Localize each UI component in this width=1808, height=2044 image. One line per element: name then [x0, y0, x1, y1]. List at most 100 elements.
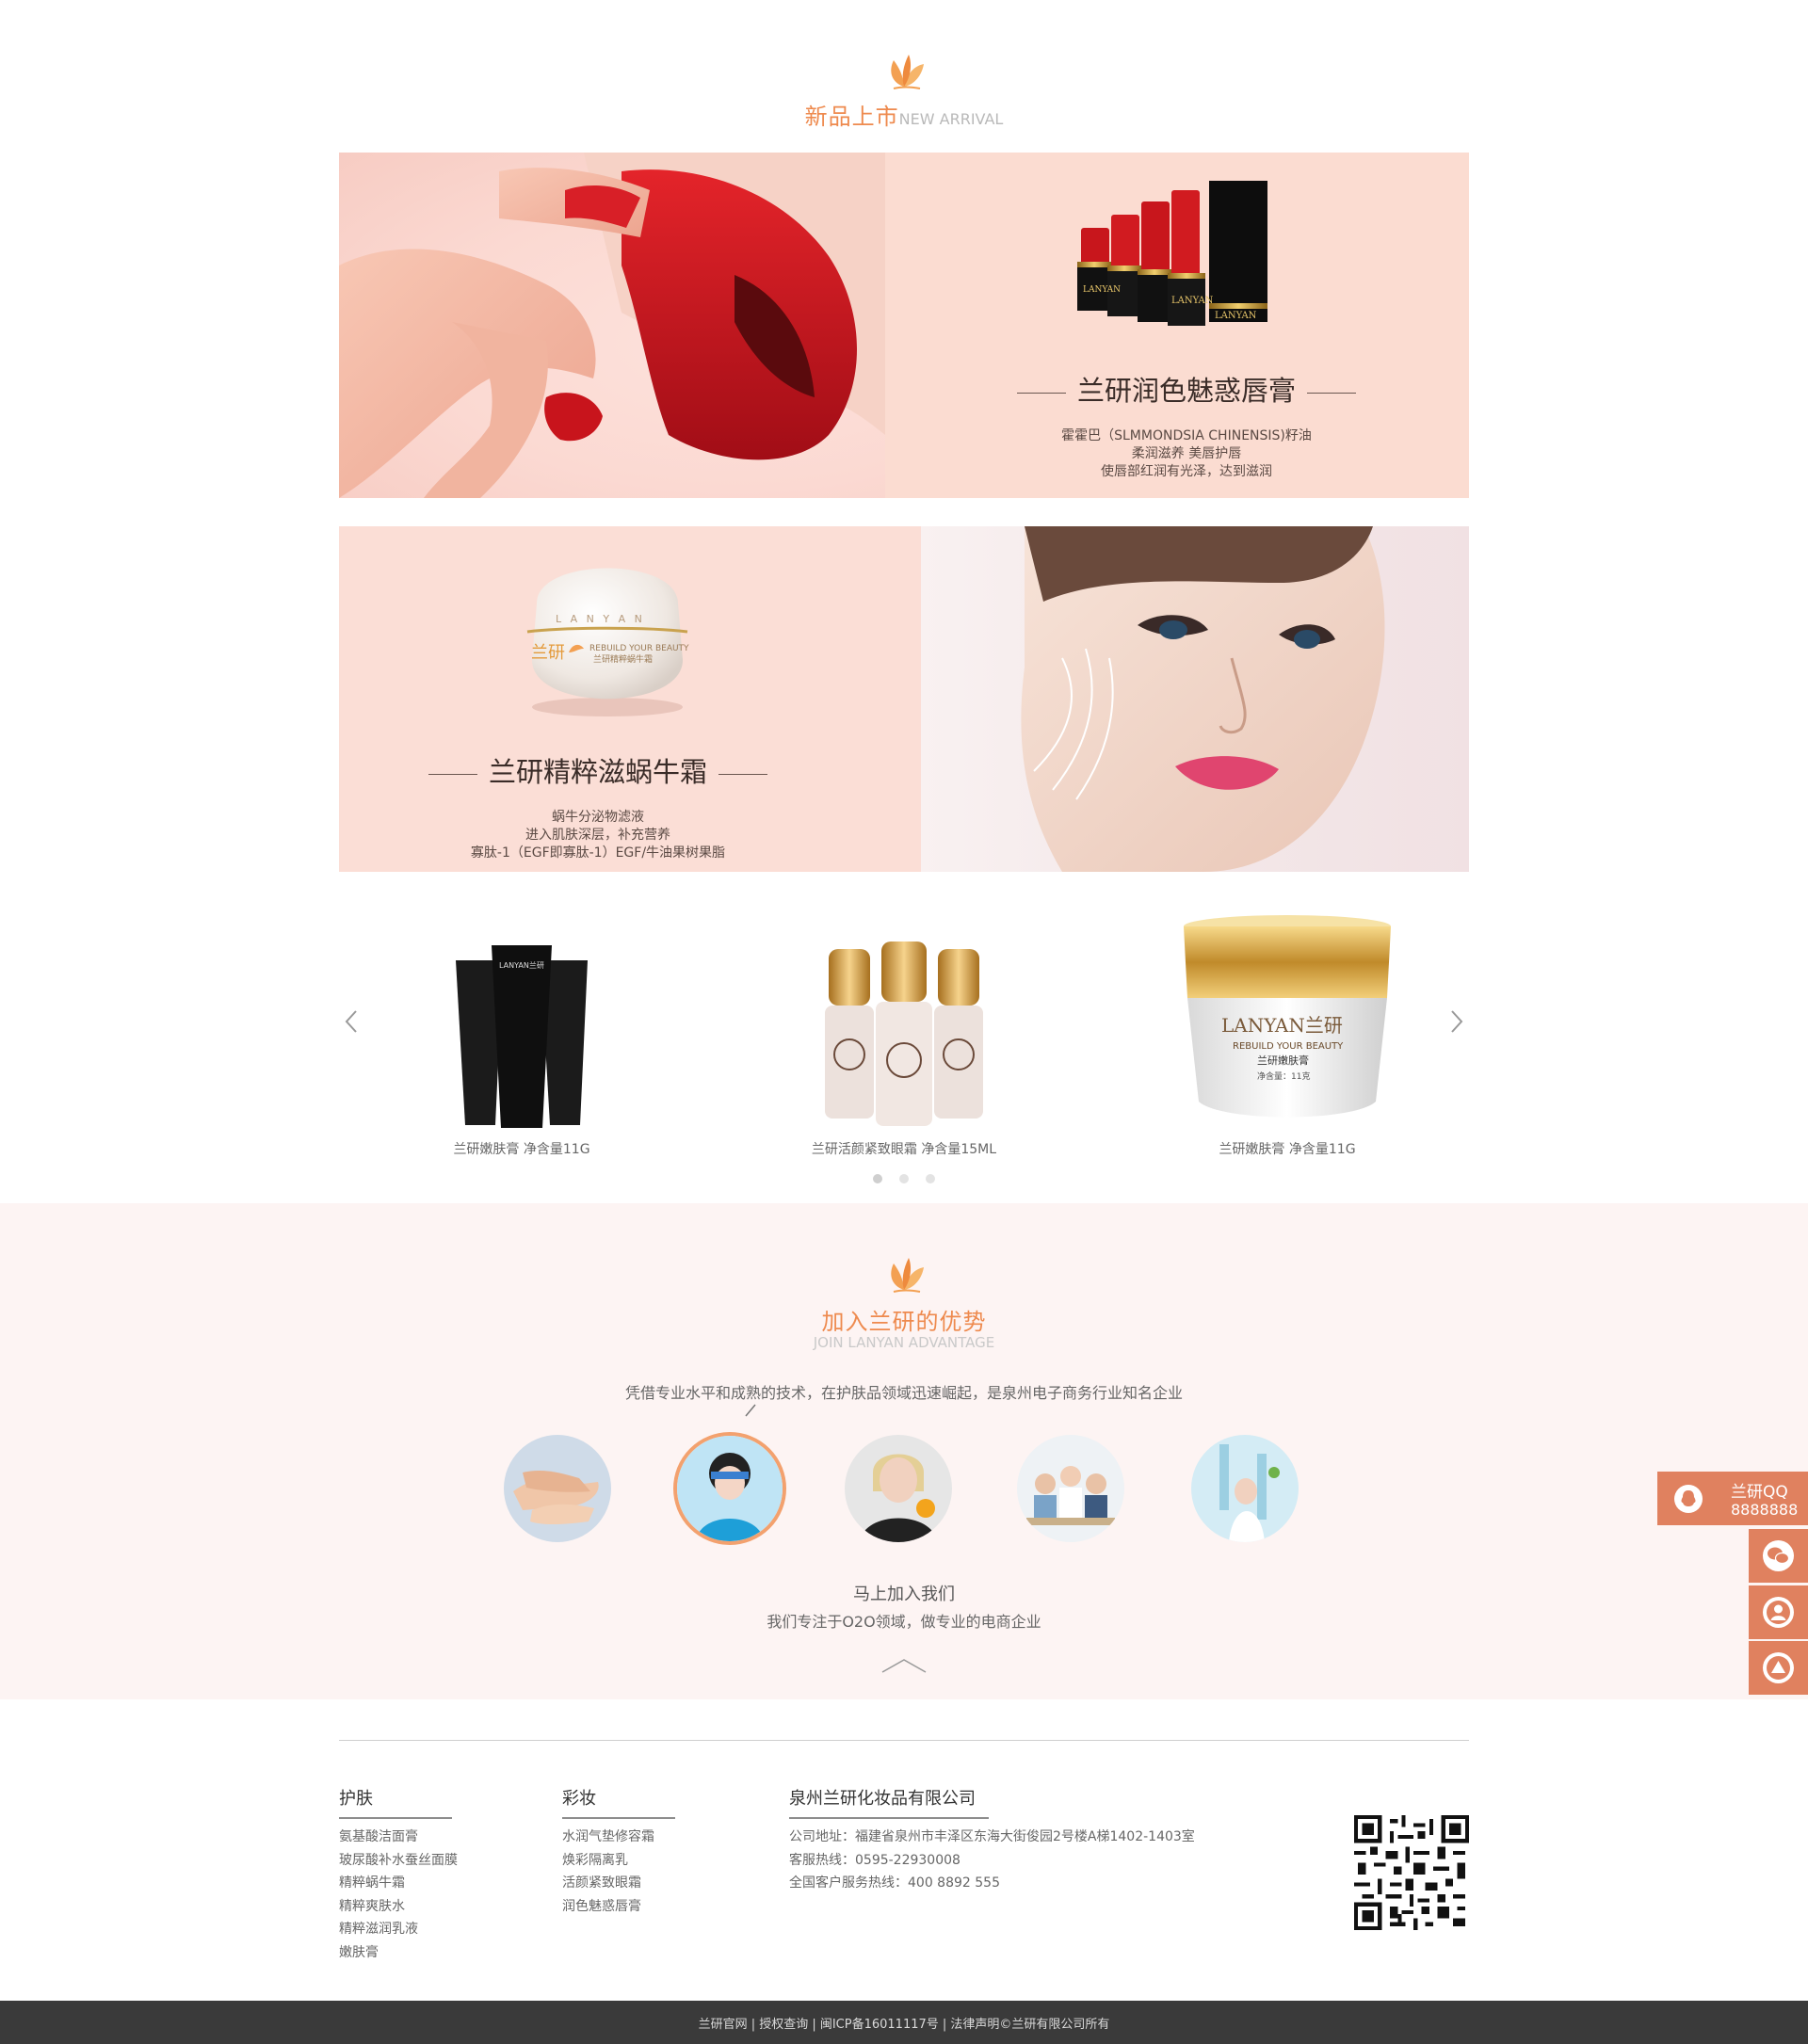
footer-link[interactable]: 焕彩隔离乳: [562, 1849, 675, 1873]
leaf-logo-icon: [891, 55, 924, 89]
qq-label: 兰研QQ: [1731, 1483, 1788, 1502]
advantage-image-row: [504, 1429, 1304, 1552]
footer-link[interactable]: 精粹蜗牛霜: [339, 1872, 458, 1895]
float-wechat-button[interactable]: [1749, 1529, 1808, 1583]
banner-lipstick[interactable]: LANYAN LANYAN LANYAN 兰研润色魅惑唇膏 霍霍巴（SLMMON…: [339, 153, 1469, 498]
footer-company-title: 泉州兰研化妆品有限公司: [789, 1785, 989, 1819]
black-tubes-image: LANYAN兰研: [456, 945, 588, 1128]
footer-link[interactable]: 水润气垫修容霜: [562, 1826, 675, 1849]
lipstick-title: 兰研润色魅惑唇膏: [1076, 375, 1296, 407]
lipstick-copy: 兰研润色魅惑唇膏 霍霍巴（SLMMONDSIA CHINENSIS)籽油 柔润滋…: [998, 369, 1375, 481]
section-title-en: NEW ARRIVAL: [898, 110, 1004, 128]
carousel-dot[interactable]: [926, 1174, 935, 1183]
footer-link[interactable]: 嫩肤膏: [339, 1941, 458, 1965]
footer-link[interactable]: 氨基酸洁面膏: [339, 1826, 458, 1849]
qq-number: 8888888: [1731, 1501, 1799, 1519]
join-us-title[interactable]: 马上加入我们: [0, 1581, 1808, 1605]
lipstick-brand-3: LANYAN: [1215, 311, 1257, 321]
lipstick-desc: 霍霍巴（SLMMONDSIA CHINENSIS)籽油 柔润滋养 美唇护唇 使唇…: [998, 427, 1375, 481]
snail-cream-jar-image: L A N Y A N 兰研 REBUILD YOUR BEAUTY 兰研精粹蜗…: [526, 568, 689, 716]
carousel-product[interactable]: LANYAN兰研 REBUILD YOUR BEAUTY 兰研嫩肤膏 净含量：1…: [1137, 904, 1438, 1158]
footer-divider: [339, 1740, 1469, 1741]
carousel-pagination: [0, 1169, 1808, 1187]
footer-link[interactable]: 玻尿酸补水蚕丝面膜: [339, 1849, 458, 1873]
carousel-product[interactable]: LANYAN兰研 兰研嫩肤膏 净含量11G: [371, 904, 672, 1158]
footer-makeup-column: 彩妆 水润气垫修容霜 焕彩隔离乳 活颜紧致眼霜 润色魅惑唇膏: [562, 1785, 675, 1918]
footer-skin-title: 护肤: [339, 1785, 452, 1819]
advantage-section: 加入兰研的优势 JOIN LANYAN ADVANTAGE 凭借专业水平和成熟的…: [0, 1203, 1808, 1699]
snail-cream-title: 兰研精粹滋蜗牛霜: [488, 756, 707, 788]
lipstick-desc-line: 使唇部红润有光泽，达到滋润: [1101, 464, 1272, 479]
float-user-button[interactable]: [1749, 1585, 1808, 1639]
banner-snail-cream[interactable]: L A N Y A N 兰研 REBUILD YOUR BEAUTY 兰研精粹蜗…: [339, 526, 1469, 872]
chevron-left-icon: [345, 1010, 357, 1033]
snail-cream-desc-line: 蜗牛分泌物滤液: [552, 810, 644, 825]
lipstick-brand-1: LANYAN: [1083, 285, 1121, 295]
advantage-title: 加入兰研的优势: [821, 1309, 987, 1335]
chevron-right-icon: [1451, 1010, 1463, 1033]
qr-code-icon: [1354, 1815, 1469, 1930]
section-title: 新品上市: [804, 104, 899, 130]
advantage-image-team[interactable]: [1017, 1435, 1124, 1542]
gold-jar-image: LANYAN兰研 REBUILD YOUR BEAUTY 兰研嫩肤膏 净含量：1…: [1184, 915, 1391, 1118]
chevron-up-icon[interactable]: [880, 1657, 928, 1674]
jar-net-label: 净含量：11克: [1257, 1070, 1310, 1082]
advantage-intro: 凭借专业水平和成熟的技术，在护肤品领域迅速崛起，是泉州电子商务行业知名企业: [624, 1384, 1183, 1402]
footer-makeup-title: 彩妆: [562, 1785, 675, 1819]
footer-link[interactable]: 精粹滋润乳液: [339, 1918, 458, 1941]
carousel-dot[interactable]: [899, 1174, 909, 1183]
lipstick-brand-2: LANYAN: [1171, 296, 1214, 306]
title-rule-right: [1307, 392, 1356, 394]
carousel-prev-button[interactable]: [339, 1007, 367, 1036]
lipstick-desc-line: 霍霍巴（SLMMONDSIA CHINENSIS)籽油: [1061, 428, 1312, 443]
product-image: LANYAN兰研: [371, 904, 672, 1130]
advantage-heading: 加入兰研的优势 JOIN LANYAN ADVANTAGE: [0, 1248, 1808, 1351]
back-to-top-icon: [1763, 1652, 1794, 1683]
title-rule-left: [1016, 392, 1066, 394]
jar-brand-label: LANYAN兰研: [1221, 1014, 1343, 1037]
product-carousel: LANYAN兰研 兰研嫩肤膏 净含量11G 兰研活颜紧致眼霜 净含量15ML L…: [339, 904, 1469, 1186]
snail-cream-desc: 蜗牛分泌物滤液 进入肌肤深层，补充营养 寡肽-1（EGF即寡肽-1）EGF/牛油…: [405, 809, 791, 862]
intro-pointer: [745, 1404, 756, 1417]
carousel-product[interactable]: 兰研活颜紧致眼霜 净含量15ML: [753, 904, 1055, 1158]
snail-cream-copy: 兰研精粹滋蜗牛霜 蜗牛分泌物滤液 进入肌肤深层，补充营养 寡肽-1（EGF即寡肽…: [405, 750, 791, 862]
title-rule-left: [428, 773, 477, 775]
float-qq-button[interactable]: 兰研QQ 8888888: [1657, 1472, 1808, 1525]
jar-name: 兰研精粹蜗牛霜: [593, 653, 653, 665]
jar-tagline-label: REBUILD YOUR BEAUTY: [1233, 1041, 1344, 1052]
lipstick-title-row: 兰研润色魅惑唇膏: [998, 369, 1375, 409]
eye-serum-bottles-image: [825, 942, 983, 1126]
business-woman-image: [845, 1435, 952, 1542]
jar-tagline: REBUILD YOUR BEAUTY: [589, 644, 689, 653]
leaf-logo-icon: [891, 1258, 924, 1293]
float-back-to-top-button[interactable]: [1749, 1641, 1808, 1695]
company-address: 公司地址：福建省泉州市丰泽区东海大街俊园2号楼A梯1402-1403室: [789, 1829, 1195, 1844]
hands-image: [504, 1435, 611, 1542]
jar-ring-text: L A N Y A N: [556, 613, 645, 625]
carousel-dot[interactable]: [873, 1174, 882, 1183]
face-illustration: [1021, 526, 1385, 872]
snail-cream-desc-line: 寡肽-1（EGF即寡肽-1）EGF/牛油果树果脂: [470, 845, 726, 861]
team-image: [1017, 1435, 1124, 1542]
product-image: LANYAN兰研 REBUILD YOUR BEAUTY 兰研嫩肤膏 净含量：1…: [1137, 904, 1438, 1130]
product-caption: 兰研嫩肤膏 净含量11G: [453, 1142, 590, 1157]
advantage-image-lab[interactable]: [1191, 1435, 1299, 1542]
footer-link[interactable]: 润色魅惑唇膏: [562, 1895, 675, 1919]
footer-skin-column: 护肤 氨基酸洁面膏 玻尿酸补水蚕丝面膜 精粹蜗牛霜 精粹爽肤水 精粹滋润乳液 嫩…: [339, 1785, 458, 1964]
tech-woman-image: [677, 1436, 783, 1541]
footer-link[interactable]: 精粹爽肤水: [339, 1895, 458, 1919]
jar-name-label: 兰研嫩肤膏: [1257, 1054, 1309, 1067]
footer-link[interactable]: 活颜紧致眼霜: [562, 1872, 675, 1895]
product-caption: 兰研活颜紧致眼霜 净含量15ML: [811, 1142, 997, 1157]
advantage-image-teamwork[interactable]: [504, 1435, 611, 1542]
advantage-image-service[interactable]: [845, 1435, 952, 1542]
advantage-image-technology[interactable]: [673, 1432, 786, 1545]
carousel-next-button[interactable]: [1441, 1007, 1469, 1036]
lipstick-desc-line: 柔润滋养 美唇护唇: [1131, 446, 1242, 461]
footer-company-column: 泉州兰研化妆品有限公司 公司地址：福建省泉州市丰泽区东海大街俊园2号楼A梯140…: [789, 1785, 1195, 1895]
title-rule-right: [718, 773, 767, 775]
product-caption: 兰研嫩肤膏 净含量11G: [1219, 1142, 1356, 1157]
wechat-icon: [1763, 1540, 1794, 1571]
user-icon: [1763, 1597, 1794, 1628]
lips-photo: [339, 153, 885, 498]
